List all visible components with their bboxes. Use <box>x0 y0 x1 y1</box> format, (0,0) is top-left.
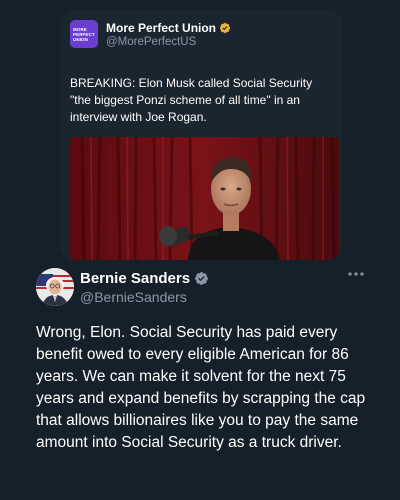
quoted-tweet-card[interactable]: MORE PERFECT UNION More Perfect Union @M… <box>60 10 342 260</box>
tweet-text: Wrong, Elon. Social Security has paid ev… <box>36 324 366 451</box>
author-name[interactable]: Bernie Sanders <box>80 270 190 287</box>
author-handle[interactable]: @BernieSanders <box>80 289 187 305</box>
avatar[interactable] <box>36 268 74 306</box>
quoted-tweet-image[interactable] <box>70 137 339 260</box>
quoted-author-handle[interactable]: @MorePerfectUS <box>106 36 231 48</box>
interview-photo <box>70 137 339 260</box>
verified-badge-icon <box>219 22 231 33</box>
more-perfect-union-logo[interactable]: MORE PERFECT UNION <box>70 20 98 48</box>
logo-line-3: UNION <box>73 36 88 42</box>
quoted-author-name[interactable]: More Perfect Union <box>106 21 216 35</box>
more-options-icon[interactable] <box>346 268 366 280</box>
quoted-tweet-text: BREAKING: Elon Musk called Social Securi… <box>70 76 313 124</box>
author-row: Bernie Sanders <box>80 270 209 287</box>
bernie-avatar-photo <box>36 268 74 306</box>
quoted-tweet-header: MORE PERFECT UNION More Perfect Union @M… <box>70 20 231 48</box>
verified-badge-icon <box>195 272 208 285</box>
